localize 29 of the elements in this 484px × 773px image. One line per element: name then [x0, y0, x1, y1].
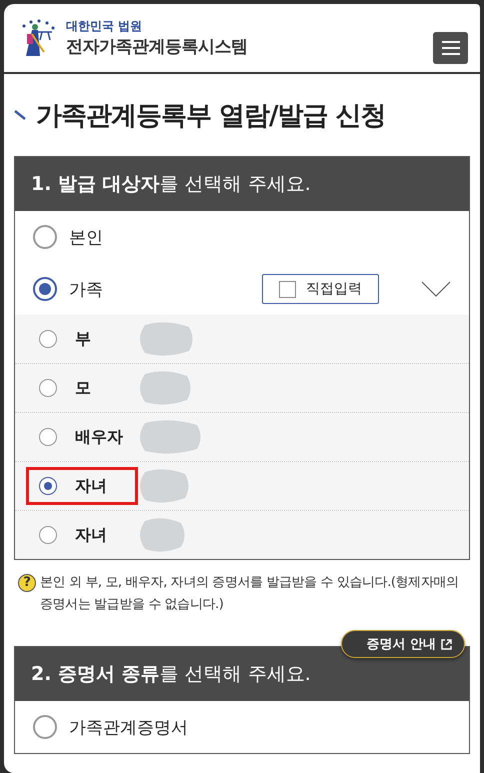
- direct-input-button[interactable]: 직접입력: [262, 274, 379, 304]
- radio-button[interactable]: [39, 428, 57, 446]
- menu-icon: [440, 40, 460, 56]
- radio-button[interactable]: [33, 225, 57, 249]
- page-title: 가족관계등록부 열람/발급 신청: [36, 100, 386, 132]
- help-icon: ?: [18, 574, 36, 592]
- option-label: 부: [75, 328, 91, 350]
- option-label: 배우자: [75, 426, 123, 448]
- radio-button[interactable]: [39, 477, 57, 495]
- chevron-icon[interactable]: [421, 281, 451, 297]
- note-text: 본인 외 부, 모, 배우자, 자녀의 증명서를 발급받을 수 있습니다.(형제자매의 증명서는 발급받을 수 없습니다.): [40, 574, 460, 614]
- option-label: 자녀: [75, 476, 107, 496]
- external-link-icon: [441, 638, 452, 650]
- radio-button[interactable]: [33, 277, 57, 301]
- radio-button[interactable]: [39, 330, 57, 348]
- court-name: 대한민국 법원: [66, 18, 144, 35]
- radio-button[interactable]: [33, 715, 57, 739]
- option-label: 가족관계증명서: [69, 716, 188, 738]
- slash-icon: [14, 110, 26, 120]
- system-name: 전자가족관계등록시스템: [66, 36, 248, 58]
- option-label: 본인: [69, 226, 103, 248]
- option-label: 자녀: [75, 524, 107, 546]
- checkbox[interactable]: [279, 280, 296, 298]
- section-heading: 1. 발급 대상자를 선택해 주세요.: [15, 157, 469, 211]
- radio-button[interactable]: [39, 526, 57, 544]
- radio-button[interactable]: [39, 379, 57, 397]
- menu-button[interactable]: [433, 32, 468, 64]
- option-label: 모: [75, 378, 91, 398]
- option-label: 가족: [69, 278, 103, 300]
